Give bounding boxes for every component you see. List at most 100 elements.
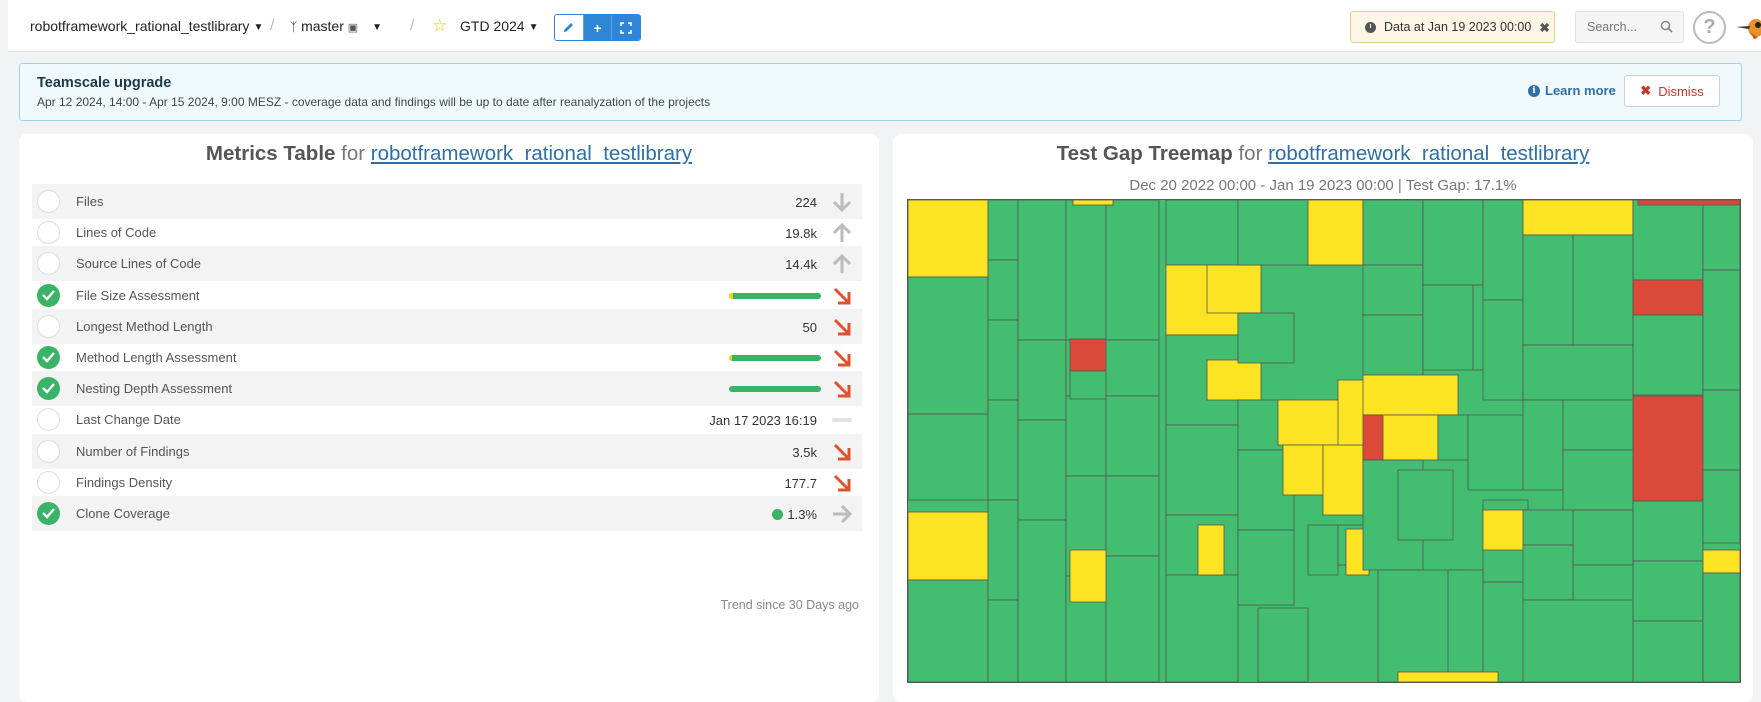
treemap-cell-tested[interactable] (1017, 419, 1067, 521)
user-avatar[interactable] (1736, 12, 1761, 42)
treemap-cell-tested[interactable] (1237, 529, 1295, 606)
treemap-cell-tested[interactable] (1632, 620, 1704, 683)
metric-row[interactable]: Nesting Depth Assessment (32, 371, 862, 407)
treemap-cell-tested[interactable] (1422, 199, 1484, 286)
trend-down-red-arrow-icon[interactable] (831, 441, 853, 463)
treemap-cell-tested[interactable] (987, 599, 1019, 683)
treemap-cell-tested[interactable] (1572, 234, 1634, 346)
treemap-cell-untested-changed[interactable] (1397, 671, 1499, 683)
treemap-cell-tested[interactable] (987, 259, 1019, 321)
treemap-cell-untested-changed[interactable] (1702, 549, 1741, 574)
treemap-cell-tested[interactable] (1257, 607, 1309, 683)
treemap-cell-tested[interactable] (1562, 449, 1634, 511)
treemap-cell-tested[interactable] (1702, 269, 1741, 391)
learn-more-link[interactable]: i Learn more (1528, 83, 1616, 98)
treemap-cell-tested[interactable] (1572, 509, 1634, 566)
treemap-cell-tested[interactable] (1522, 344, 1634, 401)
close-icon[interactable]: ✖ (1539, 20, 1549, 35)
branch-selector[interactable]: ᛉ master ▣ ▼ (290, 18, 382, 34)
treemap-cell-untested-new[interactable] (1637, 199, 1741, 206)
search-icon[interactable] (1660, 20, 1673, 33)
treemap-cell-untested-changed[interactable] (907, 199, 989, 278)
treemap-cell-tested[interactable] (1237, 312, 1295, 364)
treemap-cell-tested[interactable] (907, 579, 989, 683)
help-button[interactable]: ? (1693, 11, 1726, 44)
treemap-cell-untested-changed[interactable] (1197, 524, 1225, 576)
treemap-cell-tested[interactable] (1017, 339, 1067, 421)
treemap-cell-tested[interactable] (1165, 199, 1239, 266)
assessment-bar[interactable] (729, 386, 821, 393)
trend-up-gray-arrow-icon[interactable] (831, 222, 853, 244)
treemap-cell-tested[interactable] (1165, 424, 1239, 516)
treemap-cell-tested[interactable] (1105, 339, 1160, 397)
treemap-cell-tested[interactable] (1362, 264, 1424, 316)
data-timestamp-badge[interactable]: Data at Jan 19 2023 00:00 ✖ (1350, 11, 1555, 43)
metric-row[interactable]: File Size Assessment (32, 278, 862, 313)
treemap-cell-tested[interactable] (987, 319, 1019, 401)
assessment-bar[interactable] (729, 292, 821, 299)
treemap-cell-tested[interactable] (987, 199, 1019, 261)
treemap-cell-tested[interactable] (1307, 524, 1339, 576)
treemap-cell-untested-changed[interactable] (907, 511, 989, 581)
treemap-cell-tested[interactable] (1065, 395, 1107, 477)
treemap-canvas[interactable] (907, 199, 1741, 683)
treemap-cell-tested[interactable] (1237, 199, 1311, 266)
treemap-cell-untested-new[interactable] (1362, 414, 1384, 461)
edit-button[interactable] (555, 15, 583, 40)
project-link[interactable]: robotframework_rational_testlibrary (371, 142, 692, 165)
treemap[interactable] (907, 199, 1741, 683)
treemap-cell-untested-changed[interactable] (1322, 444, 1364, 516)
treemap-cell-tested[interactable] (1702, 389, 1741, 471)
treemap-cell-tested[interactable] (1467, 414, 1524, 491)
treemap-cell-tested[interactable] (1017, 199, 1067, 341)
treemap-cell-untested-new[interactable] (1632, 395, 1704, 502)
metric-row[interactable]: Number of Findings 3.5k (32, 433, 862, 469)
treemap-cell-tested[interactable] (1437, 414, 1469, 461)
treemap-cell-tested[interactable] (1165, 574, 1239, 683)
metric-row[interactable]: Last Change Date Jan 17 2023 16:19 (32, 402, 862, 437)
treemap-cell-tested[interactable] (987, 399, 1019, 501)
treemap-cell-tested[interactable] (1422, 284, 1474, 371)
treemap-cell-tested[interactable] (1362, 199, 1424, 266)
star-icon[interactable]: ☆ (432, 16, 447, 36)
treemap-cell-untested-changed[interactable] (1482, 509, 1529, 551)
dashboard-selector[interactable]: GTD 2024 ▼ (460, 18, 539, 34)
metric-row[interactable]: Clone Coverage 1.3% (32, 496, 862, 531)
treemap-cell-tested[interactable] (1482, 299, 1524, 401)
treemap-cell-untested-new[interactable] (1632, 279, 1704, 316)
dismiss-button[interactable]: ✖ Dismiss (1624, 75, 1720, 107)
treemap-cell-untested-changed[interactable] (1206, 264, 1262, 314)
treemap-cell-tested[interactable] (1522, 234, 1574, 346)
metric-row[interactable]: Files 224 (32, 184, 862, 219)
treemap-cell-tested[interactable] (907, 276, 989, 415)
add-widget-button[interactable]: + (582, 15, 612, 40)
treemap-cell-untested-changed[interactable] (1282, 444, 1324, 496)
treemap-cell-tested[interactable] (1105, 395, 1160, 477)
treemap-cell-tested[interactable] (1482, 199, 1524, 301)
trend-down-red-arrow-icon[interactable] (831, 378, 853, 400)
treemap-cell-tested[interactable] (1522, 509, 1574, 546)
treemap-cell-tested[interactable] (1362, 314, 1424, 376)
treemap-cell-tested[interactable] (1702, 572, 1741, 683)
trend-down-red-arrow-icon[interactable] (831, 285, 853, 307)
trend-down-red-arrow-icon[interactable] (831, 347, 853, 369)
treemap-cell-tested[interactable] (987, 499, 1019, 601)
treemap-cell-tested[interactable] (1397, 469, 1454, 541)
treemap-cell-tested[interactable] (1632, 199, 1704, 281)
treemap-cell-untested-changed[interactable] (1382, 414, 1439, 461)
copy-icon[interactable]: ▣ (348, 22, 358, 34)
treemap-cell-tested[interactable] (1522, 399, 1564, 491)
trend-up-gray-arrow-icon[interactable] (831, 253, 853, 275)
trend-down-red-arrow-icon[interactable] (831, 472, 853, 494)
treemap-cell-untested-changed[interactable] (1307, 199, 1364, 266)
treemap-cell-untested-changed[interactable] (1522, 199, 1634, 236)
treemap-cell-tested[interactable] (1522, 544, 1574, 601)
metric-row[interactable]: Lines of Code 19.8k (32, 215, 862, 250)
treemap-cell-tested[interactable] (1632, 560, 1704, 622)
treemap-cell-tested[interactable] (907, 413, 989, 501)
treemap-cell-tested[interactable] (1447, 569, 1484, 683)
treemap-cell-tested[interactable] (1702, 199, 1741, 271)
treemap-cell-tested[interactable] (1482, 581, 1529, 683)
treemap-cell-untested-changed[interactable] (1206, 359, 1262, 401)
treemap-cell-tested[interactable] (1017, 519, 1067, 683)
